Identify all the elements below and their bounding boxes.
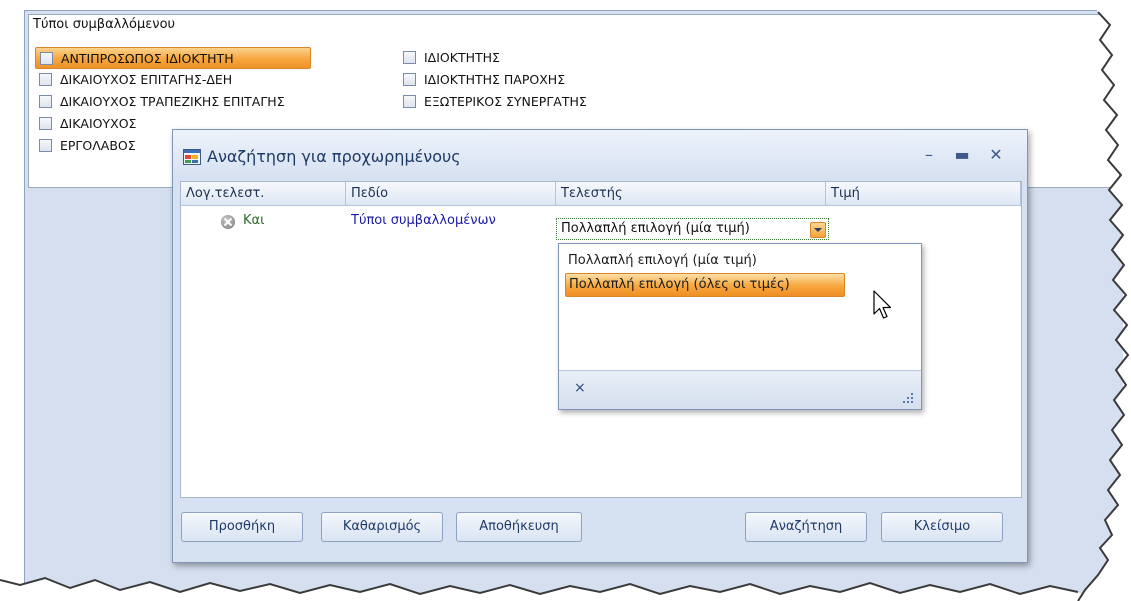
remove-row-icon[interactable] [221,215,235,229]
option-label: ΔΙΚΑΙΟΥΧΟΣ [60,115,137,131]
row-field[interactable]: Τύποι συμβαλλομένων [351,213,496,228]
option-checkbox-1[interactable]: ΑΝΤΙΠΡΟΣΩΠΟΣ ΙΔΙΟΚΤΗΤΗ [35,47,311,69]
operator-select[interactable]: Πολλαπλή επιλογή (μία τιμή) [556,218,829,240]
checkbox-icon [403,94,416,108]
clear-selection-icon[interactable]: × [574,380,586,396]
save-button[interactable]: Αποθήκευση [456,512,582,542]
column-header-logic[interactable]: Λογ.τελεστ. [181,182,346,206]
checkbox-icon [39,138,52,152]
app-window-icon [183,149,201,165]
option-label: ΔΙΚΑΙΟΥΧΟΣ ΕΠΙΤΑΓΗΣ-ΔΕΗ [60,71,233,87]
option-label: ΕΞΩΤΕΡΙΚΟΣ ΣΥΝΕΡΓΑΤΗΣ [424,93,587,109]
option-checkbox-5[interactable]: ΕΡΓΟΛΑΒΟΣ [35,135,142,155]
checkbox-icon [403,72,416,86]
dropdown-option-single[interactable]: Πολλαπλή επιλογή (μία τιμή) [565,250,760,272]
dialog-title: Αναζήτηση για προχωρημένους [207,147,461,166]
resize-grip-icon[interactable] [903,393,913,403]
column-header-operator[interactable]: Τελεστής [556,182,826,206]
option-label: ΕΡΓΟΛΑΒΟΣ [60,137,136,153]
search-button[interactable]: Αναζήτηση [745,512,867,542]
option-label: ΑΝΤΙΠΡΟΣΩΠΟΣ ΙΔΙΟΚΤΗΤΗ [61,50,234,66]
option-checkbox-6[interactable]: ΙΔΙΟΚΤΗΤΗΣ [399,47,506,67]
checkbox-icon [403,50,416,64]
operator-value: Πολλαπλή επιλογή (μία τιμή) [561,221,750,236]
option-checkbox-2[interactable]: ΔΙΚΑΙΟΥΧΟΣ ΕΠΙΤΑΓΗΣ-ΔΕΗ [35,69,238,89]
close-icon[interactable]: ✕ [985,144,1007,166]
dropdown-option-all[interactable]: Πολλαπλή επιλογή (όλες οι τιμές) [565,273,845,297]
row-logic[interactable]: Και [243,213,265,228]
chevron-down-icon[interactable] [810,222,826,238]
minimize-icon[interactable]: – [918,144,940,166]
mouse-cursor-icon [873,290,892,319]
option-checkbox-8[interactable]: ΕΞΩΤΕΡΙΚΟΣ ΣΥΝΕΡΓΑΤΗΣ [399,91,593,111]
option-label: ΙΔΙΟΚΤΗΤΗΣ ΠΑΡΟΧΗΣ [424,71,566,87]
column-header-value[interactable]: Τιμή [826,182,1021,206]
close-button[interactable]: Κλείσιμο [881,512,1003,542]
checkbox-icon [39,72,52,86]
column-header-field[interactable]: Πεδίο [346,182,556,206]
option-checkbox-4[interactable]: ΔΙΚΑΙΟΥΧΟΣ [35,113,142,133]
option-checkbox-3[interactable]: ΔΙΚΑΙΟΥΧΟΣ ΤΡΑΠΕΖΙΚΗΣ ΕΠΙΤΑΓΗΣ [35,91,291,111]
operator-dropdown-list: Πολλαπλή επιλογή (μία τιμή) Πολλαπλή επι… [558,243,922,410]
checkbox-icon [39,94,52,108]
maximize-icon[interactable]: ▬ [951,144,973,166]
clear-button[interactable]: Καθαρισμός [321,512,443,542]
checkbox-icon [39,116,52,130]
add-button[interactable]: Προσθήκη [181,512,303,542]
group-title: Τύποι συμβαλλόμενου [33,17,176,32]
dropdown-footer: × [559,370,921,409]
option-label: ΙΔΙΟΚΤΗΤΗΣ [424,49,500,65]
checkbox-icon [40,51,53,65]
dialog-titlebar[interactable]: Αναζήτηση για προχωρημένους – ▬ ✕ [173,130,1027,178]
option-label: ΔΙΚΑΙΟΥΧΟΣ ΤΡΑΠΕΖΙΚΗΣ ΕΠΙΤΑΓΗΣ [60,93,285,109]
option-checkbox-7[interactable]: ΙΔΙΟΚΤΗΤΗΣ ΠΑΡΟΧΗΣ [399,69,571,89]
